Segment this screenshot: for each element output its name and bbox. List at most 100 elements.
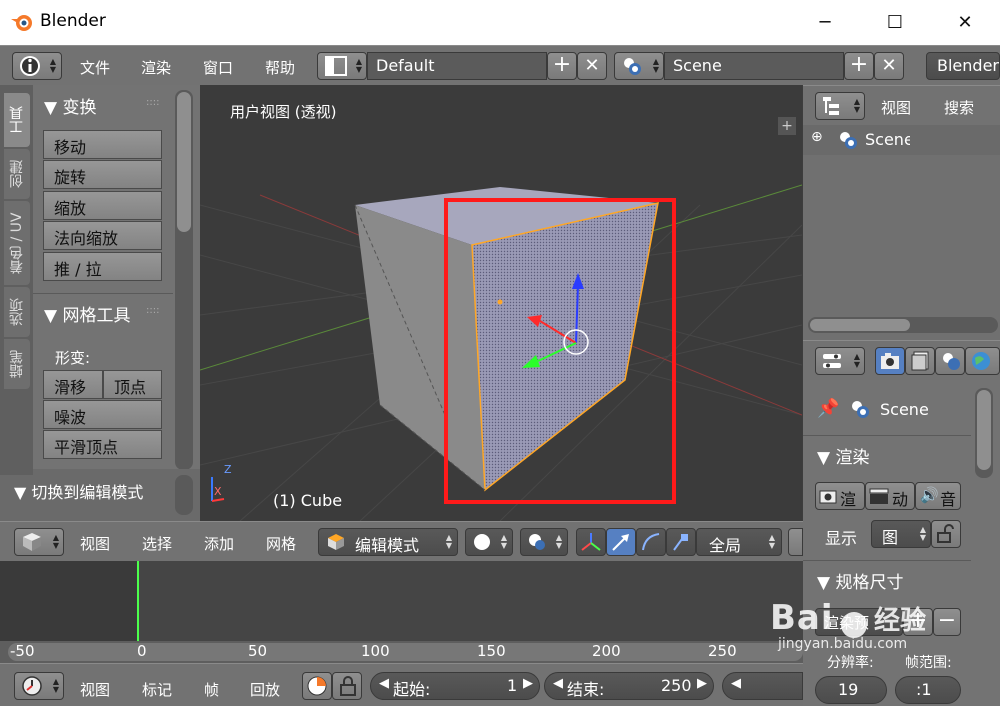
preview-range-button[interactable] [302, 672, 332, 700]
scrollbar-thumb[interactable] [177, 92, 191, 232]
manipulator-toggle[interactable] [576, 528, 606, 556]
tab-grease-pencil[interactable]: 蜡笔 [4, 339, 30, 389]
current-frame-cursor[interactable] [137, 561, 139, 641]
lock-button[interactable] [332, 672, 362, 700]
viewport-shading-dropdown[interactable]: ▲ ▼ [465, 528, 513, 556]
3d-viewport[interactable]: 用户视图 (透视) (1) Cube Z X + [200, 85, 802, 521]
shrink-fatten-button[interactable]: 法向缩放 [43, 221, 162, 250]
vertex-slide-button[interactable]: 滑移 [43, 370, 103, 399]
scale-button[interactable]: 缩放 [43, 191, 162, 220]
current-frame-field[interactable]: ◀ [722, 672, 803, 700]
remove-preset-icon[interactable]: − [933, 608, 961, 636]
orientation-dropdown[interactable]: 全局 ▲ ▼ [696, 528, 782, 556]
start-frame-field[interactable]: ◀ 起始: 1 ▶ [370, 672, 540, 700]
frame-start-field[interactable]: :1 [895, 676, 961, 704]
move-button[interactable]: 移动 [43, 130, 162, 159]
pin-icon[interactable]: 📌 [817, 398, 839, 419]
delete-scene-icon[interactable]: ✕ [874, 52, 904, 80]
render-layers-tab-button[interactable] [905, 347, 935, 375]
pivot-point-dropdown[interactable]: ▲ ▼ [520, 528, 568, 556]
scene-name-field[interactable]: Scene [664, 52, 844, 80]
scene-selector-button[interactable]: ▲ ▼ [614, 52, 664, 80]
render-audio-button[interactable]: 🔊 音 [915, 482, 961, 510]
outliner-scrollbar[interactable] [808, 317, 998, 333]
right-arrow-icon[interactable]: ▶ [523, 676, 533, 691]
menu-render[interactable]: 渲染 [141, 57, 171, 78]
expand-icon[interactable]: ⊕ [811, 129, 823, 145]
tab-tools[interactable]: 工具 [4, 93, 30, 147]
outliner-row[interactable]: ⊕ Scene [803, 125, 1000, 155]
editor-type-timeline-button[interactable]: ▲ ▼ [14, 672, 64, 700]
translate-manipulator-button[interactable] [606, 528, 636, 556]
mode-dropdown[interactable]: 编辑模式 ▲ ▼ [318, 528, 458, 556]
delete-layout-icon[interactable]: ✕ [577, 52, 607, 80]
expand-properties-icon[interactable]: + [778, 117, 796, 135]
editor-type-outliner-button[interactable]: ▲ ▼ [815, 92, 865, 120]
tab-options[interactable]: 选项 [4, 287, 30, 337]
mesh-tools-panel-header[interactable]: ▼ 网格工具 [44, 301, 130, 326]
rotate-manipulator-button[interactable] [636, 528, 666, 556]
toolshelf-scrollbar[interactable] [175, 90, 193, 470]
push-pull-button[interactable]: 推 / 拉 [43, 252, 162, 281]
left-arrow-icon[interactable]: ◀ [553, 676, 563, 691]
menu-view[interactable]: 视图 [80, 679, 110, 700]
dimensions-panel-header[interactable]: ▼ 规格尺寸 [817, 568, 903, 593]
render-panel-header[interactable]: ▼ 渲染 [817, 443, 869, 468]
menu-file[interactable]: 文件 [80, 57, 110, 78]
screen-layout-button[interactable]: ▲ ▼ [317, 52, 367, 80]
operator-scrollbar[interactable] [175, 475, 193, 515]
menu-help[interactable]: 帮助 [265, 57, 295, 78]
resolution-x-field[interactable]: 19 [815, 676, 887, 704]
vertex-dot[interactable] [497, 299, 503, 305]
menu-add[interactable]: 添加 [204, 533, 234, 554]
menu-marker[interactable]: 标记 [142, 679, 172, 700]
left-arrow-icon[interactable]: ◀ [731, 676, 741, 691]
menu-view[interactable]: 视图 [80, 533, 110, 554]
render-tab-button[interactable] [875, 347, 905, 375]
timeline-scrollbar[interactable] [8, 643, 803, 661]
menu-view[interactable]: 视图 [881, 97, 911, 118]
menu-search[interactable]: 搜索 [944, 97, 974, 118]
tab-shading-uv[interactable]: 着色 / UV [4, 201, 30, 285]
scrollbar-thumb[interactable] [810, 319, 910, 331]
drag-grip-icon[interactable]: :::: [146, 305, 159, 316]
minimize-button[interactable]: ─ [802, 0, 848, 45]
transform-panel-header[interactable]: ▼ 变换 [44, 93, 96, 118]
drag-grip-icon[interactable]: :::: [146, 97, 159, 108]
properties-scrollbar[interactable] [975, 388, 993, 478]
maximize-button[interactable]: ☐ [872, 0, 918, 45]
vertex-button[interactable]: 顶点 [103, 370, 162, 399]
end-frame-field[interactable]: ◀ 结束: 250 ▶ [544, 672, 714, 700]
render-animation-button[interactable]: 动 [865, 482, 915, 510]
layers-button[interactable] [788, 528, 803, 556]
add-layout-icon[interactable]: + [547, 52, 577, 80]
rotate-button[interactable]: 旋转 [43, 160, 162, 189]
editor-type-3dview-button[interactable]: ▲ ▼ [14, 528, 64, 556]
menu-playback[interactable]: 回放 [250, 679, 280, 700]
scene-tab-button[interactable] [935, 347, 965, 375]
display-dropdown[interactable]: 图 ▲ ▼ [871, 520, 931, 548]
timeline-ruler[interactable]: -50 0 50 100 150 200 250 [0, 641, 803, 663]
menu-select[interactable]: 选择 [142, 533, 172, 554]
menu-mesh[interactable]: 网格 [266, 533, 296, 554]
editor-type-info-button[interactable]: ▲ ▼ [12, 52, 62, 80]
render-engine-dropdown[interactable]: Blender [926, 52, 1000, 80]
layout-name-field[interactable]: Default [367, 52, 547, 80]
editor-type-properties-button[interactable]: ▲ ▼ [815, 347, 865, 375]
right-arrow-icon[interactable]: ▶ [697, 676, 707, 691]
operator-panel-header[interactable]: ▼ 切换到编辑模式 [14, 479, 143, 503]
tab-create[interactable]: 创建 [4, 149, 30, 199]
scrollbar-thumb[interactable] [977, 390, 991, 470]
left-arrow-icon[interactable]: ◀ [379, 676, 389, 691]
menu-window[interactable]: 窗口 [203, 57, 233, 78]
menu-frame[interactable]: 帧 [204, 679, 219, 700]
lock-interface-button[interactable] [931, 520, 961, 548]
scale-manipulator-button[interactable] [666, 528, 696, 556]
cube-left-face[interactable] [355, 205, 485, 490]
world-tab-button[interactable] [965, 347, 1000, 375]
close-button[interactable]: ✕ [942, 0, 988, 45]
timeline-area[interactable] [0, 561, 803, 641]
add-scene-icon[interactable]: + [844, 52, 874, 80]
render-image-button[interactable]: 渲 [815, 482, 865, 510]
smooth-vertex-button[interactable]: 平滑顶点 [43, 430, 162, 459]
